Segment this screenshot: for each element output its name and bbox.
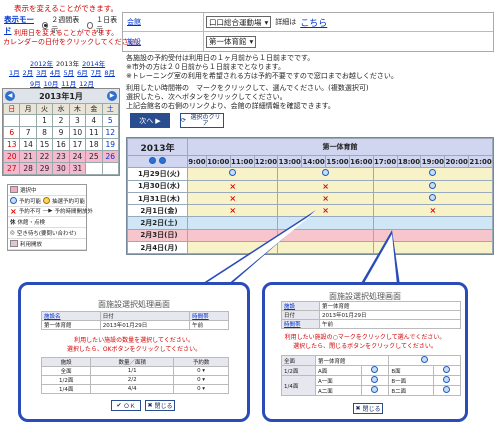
quantity-name: 1/2面: [40, 375, 92, 385]
quantity-col: 施設: [40, 357, 92, 367]
quantity-area: 1/1: [90, 366, 175, 376]
quantity-area: 2/2: [90, 375, 175, 385]
area-option[interactable]: [360, 375, 390, 386]
popup-value: 午前: [319, 319, 461, 329]
available-circle-icon[interactable]: [421, 356, 429, 363]
quantity-select[interactable]: 0 ▾: [173, 375, 229, 385]
popup-quantity-select: 面施設選択処理画面 施設名 日付 時間帯 第一体育館 2013年01月29日 午前 利用…: [18, 282, 250, 422]
close-button[interactable]: ✖ 閉じる: [353, 403, 383, 414]
area-value: A一面: [315, 375, 362, 386]
popup-head: 時間帯: [281, 319, 320, 329]
available-circle-icon[interactable]: [371, 386, 379, 393]
popup-area-select: 面施設選択処理画面 施設 第一体育館 日付 2013年01月29日 時間帯 午前 利用…: [262, 282, 468, 422]
quantity-area: 4/4: [90, 384, 175, 394]
area-name: 全面: [281, 355, 316, 366]
area-option[interactable]: [432, 375, 462, 386]
close-button[interactable]: ✖ 閉じる: [145, 400, 175, 411]
area-option[interactable]: [388, 355, 461, 366]
popup-value: 午前: [189, 320, 229, 330]
popup-value: 2013年01月29日: [319, 310, 461, 320]
area-option[interactable]: [432, 365, 462, 376]
popup-head: 施設名: [41, 311, 101, 321]
popup-head: 日付: [281, 310, 320, 320]
area-value: B二面: [388, 385, 434, 396]
area-value: A二面: [315, 385, 362, 396]
quantity-name: 全面: [40, 366, 92, 376]
available-circle-icon[interactable]: [443, 386, 451, 393]
area-value: B面: [388, 365, 434, 376]
available-circle-icon[interactable]: [371, 376, 379, 383]
popup-msg: 利用したい施設の○マークをクリックして選んでください。 選択したら、閉じるボタンを…: [284, 334, 446, 350]
available-circle-icon[interactable]: [443, 376, 451, 383]
area-option[interactable]: [360, 385, 390, 396]
available-circle-icon[interactable]: [371, 366, 379, 373]
available-circle-icon[interactable]: [443, 366, 451, 373]
area-value: A面: [315, 365, 362, 376]
quantity-col: 数量／面積: [90, 357, 175, 367]
popup-value: 第一体育館: [319, 301, 461, 311]
popup-head: 時間帯: [189, 311, 229, 321]
area-option[interactable]: [360, 365, 390, 376]
popup-head: 日付: [99, 311, 191, 321]
popup-head: 施設: [281, 301, 320, 311]
area-value: 第一体育館: [314, 355, 390, 366]
popup-quantity-table: 施設 数量／面積 予約数 全面 1/1 0 ▾ 1/2面 2/2 0 ▾ 1/4面 4/4 0 …: [40, 357, 229, 394]
quantity-col: 予約数: [173, 357, 229, 367]
ok-button[interactable]: ✔ ＯＫ: [111, 400, 141, 411]
popup-value: 2013年01月29日: [99, 320, 191, 330]
popup-msg: 利用したい施設の数量を選択してください。 選択したら、OKボタンをクリックしてくだ…: [66, 337, 202, 353]
popup-value: 第一体育館: [41, 320, 101, 330]
close-icon: ✖: [355, 405, 361, 412]
popup-title: 面施設選択処理画面: [98, 300, 170, 309]
popup-info-table: 施設名 日付 時間帯 第一体育館 2013年01月29日 午前: [41, 311, 229, 330]
check-icon: ✔: [116, 402, 122, 409]
quantity-name: 1/4面: [40, 384, 92, 394]
area-name: 1/2面: [281, 365, 316, 376]
popup-area-table: 全面 第一体育館 1/2面 A面 B面 1/4面 A一面 B一面 A二面 B二面: [281, 355, 462, 396]
close-icon: ✖: [147, 402, 153, 409]
area-option[interactable]: [432, 385, 462, 396]
quantity-select[interactable]: 0 ▾: [173, 384, 229, 394]
area-value: B一面: [388, 375, 434, 386]
quantity-select[interactable]: 0 ▾: [173, 366, 229, 376]
area-name: 1/4面: [281, 375, 316, 396]
popup-info-table: 施設 第一体育館 日付 2013年01月29日 時間帯 午前: [281, 301, 461, 329]
